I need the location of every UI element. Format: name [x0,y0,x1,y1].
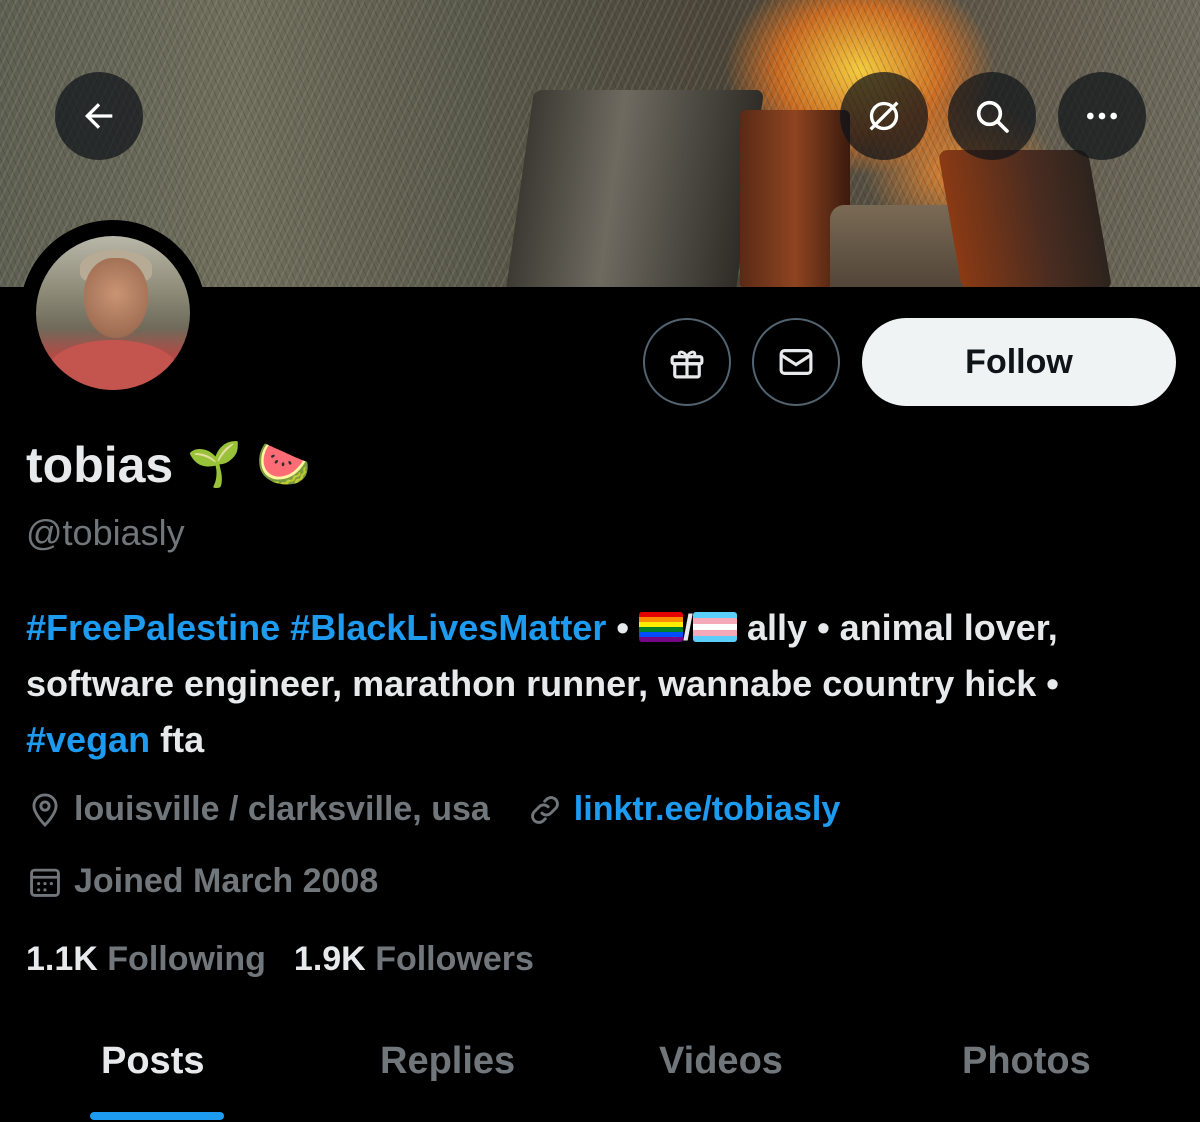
profile-tabs: Posts Replies Videos Photos [0,1030,1200,1122]
display-name-row: tobias 🌱 🍉 [26,436,311,494]
user-handle: @tobiasly [26,512,185,553]
tab-videos[interactable]: Videos [659,1040,783,1083]
location-text: louisville / clarksville, usa [74,790,490,828]
envelope-icon [779,349,813,375]
display-name: tobias [26,437,174,493]
transgender-flag-icon [693,612,737,642]
bio-text: fta [160,719,205,760]
following-count: 1.1K [26,940,98,978]
hashtag-link[interactable]: #vegan [26,719,150,760]
joined-date: Joined March 2008 [74,862,379,900]
location-pin-icon [32,793,58,827]
followers-link[interactable]: 1.9K Followers [294,940,534,979]
rainbow-flag-icon [638,612,683,642]
message-button[interactable] [752,318,840,406]
joined-row: Joined March 2008 [26,862,378,901]
avatar-shirt [48,340,178,390]
profile-bio: #FreePalestine #BlackLivesMatter • / all… [26,600,1176,768]
translate-off-button[interactable] [840,72,928,160]
seedling-emoji: 🌱 [187,439,243,490]
link-icon [530,795,559,824]
tab-photos[interactable]: Photos [962,1040,1091,1083]
translate-off-icon [869,101,899,131]
tab-replies[interactable]: Replies [380,1040,515,1083]
location-website-row: louisville / clarksville, usa linktr.ee/… [26,790,840,829]
banner-log [937,150,1113,287]
avatar-head [84,258,148,338]
more-icon [1087,112,1117,120]
gift-icon [670,350,704,379]
followers-count: 1.9K [293,940,366,978]
more-button[interactable] [1058,72,1146,160]
banner-log [505,90,765,287]
tab-posts[interactable]: Posts [101,1040,204,1083]
search-icon [976,100,1009,133]
gift-button[interactable] [643,318,731,406]
bio-separator: • [616,607,629,648]
following-label: Following [107,940,266,978]
watermelon-emoji: 🍉 [256,439,311,490]
followers-label: Followers [375,940,534,978]
active-tab-indicator [90,1112,224,1120]
following-link[interactable]: 1.1K Following [26,940,266,979]
follow-stats: 1.1K Following 1.9K Followers [26,940,534,979]
website-link[interactable]: linktr.ee/tobiasly [574,790,840,829]
avatar[interactable] [20,220,206,406]
follow-button[interactable]: Follow [862,318,1176,406]
avatar-photo [36,236,190,390]
hashtag-link[interactable]: #FreePalestine [26,607,280,648]
back-button[interactable] [55,72,143,160]
calendar-icon [30,868,60,897]
arrow-left-icon [85,103,113,129]
hashtag-link[interactable]: #BlackLivesMatter [290,607,606,648]
bio-slash: / [682,607,693,648]
search-button[interactable] [948,72,1036,160]
